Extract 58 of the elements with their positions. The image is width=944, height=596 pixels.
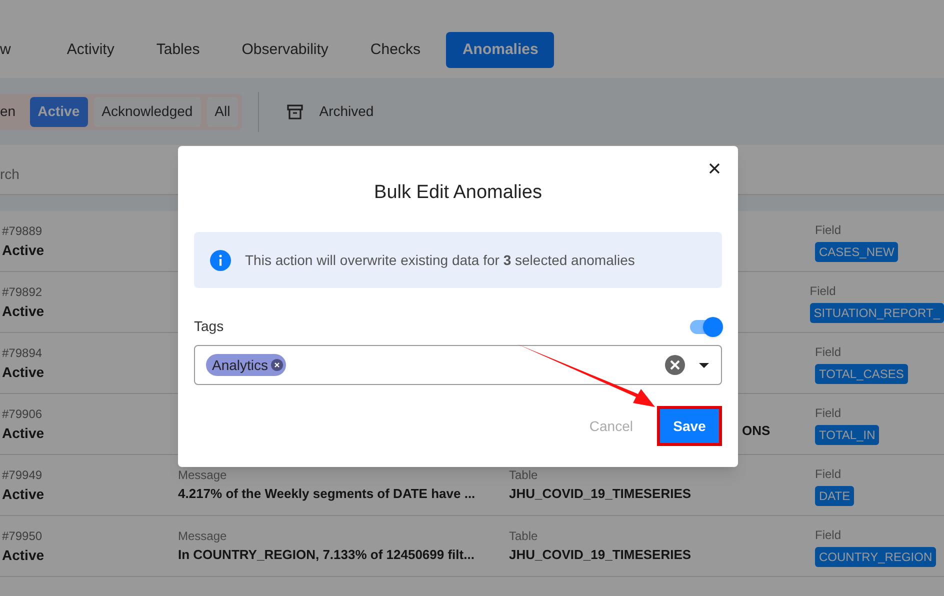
dropdown-caret-icon[interactable] <box>699 362 709 368</box>
status-filter-chip[interactable]: Acknowledged <box>94 96 201 126</box>
nav-tab[interactable]: Observability <box>226 32 344 68</box>
status-filter-chip[interactable]: All <box>206 96 238 126</box>
field-label: Field <box>815 344 842 360</box>
anomaly-status: Active <box>2 484 46 504</box>
anomaly-status: Active <box>2 546 46 564</box>
field-label: Field <box>815 404 842 422</box>
nav-tab[interactable]: Checks <box>354 32 436 68</box>
archived-button[interactable]: Archived <box>287 101 374 122</box>
status-filter-chip[interactable]: en <box>0 96 24 126</box>
table-name: ONS <box>742 422 770 440</box>
message-text: 4.217% of the Weekly segments of DATE have ... <box>178 485 476 504</box>
anomaly-id: #79889 <box>2 222 44 240</box>
field-tag: TOTAL_IN <box>815 424 880 444</box>
tag-chip: Analytics <box>206 354 286 376</box>
tags-toggle[interactable] <box>690 320 722 334</box>
field-tag: CASES_NEW <box>815 242 898 262</box>
field-label: Field <box>815 222 842 238</box>
field-tag: COUNTRY_REGION <box>815 546 936 566</box>
nav-tab[interactable]: Anomalies <box>446 32 554 68</box>
nav-tab[interactable]: w <box>0 32 41 68</box>
field-label: Field <box>815 526 842 544</box>
table-name: JHU_COVID_19_TIMESERIES <box>509 546 692 564</box>
anomaly-id: #79950 <box>2 528 44 544</box>
save-button[interactable]: Save <box>657 406 722 446</box>
anomaly-id: #79949 <box>2 466 44 484</box>
field-label: Field <box>815 466 842 482</box>
anomaly-status: Active <box>2 362 46 382</box>
archive-icon <box>287 104 304 120</box>
clear-icon[interactable] <box>665 355 685 375</box>
dialog-title: Bulk Edit Anomalies <box>373 181 543 205</box>
info-icon <box>210 250 231 270</box>
message-label: Message <box>178 467 228 484</box>
anomaly-status: Active <box>2 424 46 442</box>
field-tag: TOTAL_CASES <box>815 364 908 384</box>
tags-label: Tags <box>194 317 224 336</box>
anomaly-id: #79894 <box>2 344 44 362</box>
anomaly-status: Active <box>2 240 46 260</box>
anomaly-id: #79892 <box>2 284 44 300</box>
field-tag: DATE <box>815 486 854 506</box>
message-label: Message <box>178 528 228 546</box>
table-label: Table <box>509 467 538 484</box>
search-field[interactable]: rch <box>0 164 170 185</box>
nav-tab[interactable]: Tables <box>140 32 216 68</box>
field-tag: SITUATION_REPORT_ <box>810 302 944 322</box>
field-label: Field <box>810 282 836 300</box>
remove-tag-icon[interactable] <box>271 359 284 371</box>
notice-text: This action will overwrite existing data for 3 selected anomalies <box>245 250 635 270</box>
anomaly-status: Active <box>2 302 46 320</box>
close-icon <box>708 162 720 174</box>
tags-select-field[interactable]: Analytics <box>194 345 722 385</box>
table-label: Table <box>509 528 538 546</box>
message-text: In COUNTRY_REGION, 7.133% of 12450699 filt... <box>178 546 476 564</box>
table-name: JHU_COVID_19_TIMESERIES <box>509 485 692 504</box>
anomaly-id: #79906 <box>2 406 44 422</box>
status-filter-chip[interactable]: Active <box>30 96 88 126</box>
nav-tab[interactable]: Activity <box>50 32 130 68</box>
